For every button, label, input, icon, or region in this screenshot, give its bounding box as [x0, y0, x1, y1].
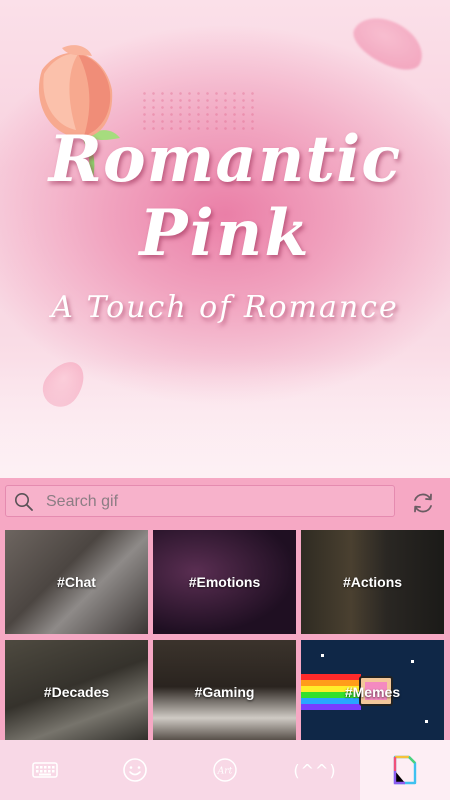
emoji-tab[interactable] — [90, 740, 180, 800]
theme-tagline: A Touch of Romance — [51, 290, 399, 325]
star-decoration — [411, 660, 414, 663]
theme-preview-banner: Romantic Pink A Touch of Romance — [0, 0, 450, 478]
gif-category-label: #Actions — [342, 574, 403, 590]
keyboard-icon — [32, 762, 58, 778]
theme-title-line1: Romantic — [48, 122, 402, 197]
gif-category-decades[interactable]: #Decades — [5, 640, 148, 744]
gif-category-label: #Decades — [43, 684, 110, 700]
star-decoration — [425, 720, 428, 723]
gif-search-row — [0, 478, 450, 526]
keyboard-tab[interactable] — [0, 740, 90, 800]
search-icon — [15, 493, 33, 511]
gif-category-label: #Memes — [344, 684, 401, 700]
gif-category-grid: #Chat #Emotions #Actions #Decades #Gamin… — [0, 530, 450, 744]
gif-category-gaming[interactable]: #Gaming — [153, 640, 296, 744]
kaomoji-icon: (^^) — [293, 760, 337, 780]
petal-decoration — [35, 354, 93, 414]
gif-icon — [393, 755, 417, 785]
art-icon-text: Art — [217, 767, 233, 777]
petal-decoration — [346, 7, 432, 79]
theme-title-line2: Pink — [139, 196, 311, 271]
keyboard-toolbar: Art (^^) — [0, 740, 450, 800]
search-input[interactable] — [44, 490, 388, 514]
gif-panel: #Chat #Emotions #Actions #Decades #Gamin… — [0, 478, 450, 744]
gif-category-actions[interactable]: #Actions — [301, 530, 444, 634]
star-decoration — [321, 654, 324, 657]
kaomoji-tab[interactable]: (^^) — [270, 740, 360, 800]
gif-category-label: #Chat — [57, 574, 96, 590]
gif-category-chat[interactable]: #Chat — [5, 530, 148, 634]
art-sticker-icon: Art — [213, 758, 237, 782]
gif-search-box[interactable] — [5, 485, 395, 517]
refresh-icon[interactable] — [410, 490, 436, 516]
gif-category-label: #Emotions — [188, 574, 261, 590]
gif-tab[interactable] — [360, 740, 450, 800]
emoji-icon — [123, 758, 147, 782]
art-sticker-tab[interactable]: Art — [180, 740, 270, 800]
gif-category-label: #Gaming — [194, 684, 255, 700]
gif-category-memes[interactable]: #Memes — [301, 640, 444, 744]
gif-category-emotions[interactable]: #Emotions — [153, 530, 296, 634]
